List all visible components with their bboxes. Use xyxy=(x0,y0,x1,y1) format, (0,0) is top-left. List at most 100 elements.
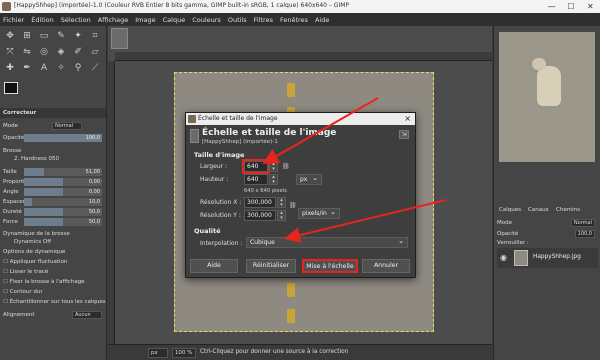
force-slider[interactable]: 50,0 xyxy=(24,218,102,226)
warp-tool-icon[interactable]: ◎ xyxy=(37,45,51,59)
height-spinner[interactable]: ▴ ▾ xyxy=(269,174,278,185)
menu-couleurs[interactable]: Couleurs xyxy=(192,16,221,24)
foreground-color[interactable] xyxy=(4,82,18,94)
alignment-select[interactable]: Aucun xyxy=(72,311,102,319)
layer-opacity-value[interactable]: 100,0 xyxy=(574,230,595,238)
move-tool-icon[interactable]: ✥ xyxy=(3,29,17,43)
resolution-y-input[interactable]: 300,000 xyxy=(244,210,276,221)
eye-icon[interactable]: ◉ xyxy=(500,253,507,262)
dialog-image-icon xyxy=(190,129,199,143)
align-tool-icon[interactable]: ⊞ xyxy=(20,29,34,43)
layer-row[interactable]: ◉ HappyShhep.jpg xyxy=(497,248,598,268)
tool-grid: ✥ ⊞ ▭ ✎ ✦ ⌗ ⤧ ⇋ ◎ ◈ ✐ ▱ ✚ ✒ A ✧ ⚲ ⟋ xyxy=(3,29,103,75)
width-input[interactable]: 640 xyxy=(242,159,270,174)
opacity-slider[interactable]: 100,0 xyxy=(24,134,102,142)
param-value: 51,00 xyxy=(85,169,100,175)
size-unit-select[interactable]: px xyxy=(296,174,322,185)
preview-subject xyxy=(537,66,561,106)
minimize-button[interactable]: — xyxy=(542,0,561,13)
picker-tool-icon[interactable]: ✧ xyxy=(54,61,68,75)
option-hard-edge[interactable]: Contour dur xyxy=(0,287,106,297)
free-select-icon[interactable]: ✎ xyxy=(54,29,68,43)
resolution-unit-select[interactable]: pixels/in xyxy=(298,208,340,219)
size-section-title: Taille d'image xyxy=(194,151,245,159)
crop-tool-icon[interactable]: ⌗ xyxy=(88,29,102,43)
text-tool-icon[interactable]: A xyxy=(37,61,51,75)
opacity-label: Opacité xyxy=(3,135,25,141)
aspect-slider[interactable]: 0,00 xyxy=(24,178,102,186)
dialog-pin-icon[interactable]: ⇲ xyxy=(399,130,409,139)
image-tab-thumbnail[interactable] xyxy=(111,28,128,49)
menu-fenetres[interactable]: Fenêtres xyxy=(280,16,308,24)
bucket-tool-icon[interactable]: ◈ xyxy=(54,45,68,59)
menu-affichage[interactable]: Affichage xyxy=(98,16,129,24)
path-tool-icon[interactable]: ✒ xyxy=(20,61,34,75)
dynamics-select[interactable]: Dynamics Off xyxy=(0,237,106,247)
maximize-button[interactable]: ☐ xyxy=(561,0,580,13)
transform-tool-icon[interactable]: ⤧ xyxy=(3,45,17,59)
reset-button[interactable]: Réinitialiser xyxy=(246,259,296,273)
flip-tool-icon[interactable]: ⇋ xyxy=(20,45,34,59)
opacity-row: Opacité 100,0 xyxy=(0,133,106,143)
scale-button[interactable]: Mise à l'échelle xyxy=(302,259,358,273)
angle-slider[interactable]: 0,00 xyxy=(24,188,102,196)
option-fluctuation[interactable]: Appliquer fluctuation xyxy=(0,257,106,267)
option-lock-brush[interactable]: Fixer la brosse à l'affichage xyxy=(0,277,106,287)
dialog-close-icon[interactable]: × xyxy=(404,113,411,125)
spacing-slider[interactable]: 10,0 xyxy=(24,198,102,206)
menu-filtres[interactable]: Filtres xyxy=(254,16,273,24)
menu-selection[interactable]: Sélection xyxy=(61,16,91,24)
menu-fichier[interactable]: Fichier xyxy=(3,16,24,24)
option-dynamics[interactable]: Options de dynamique xyxy=(0,247,106,257)
menu-image[interactable]: Image xyxy=(135,16,155,24)
width-spinner[interactable]: ▴ ▾ xyxy=(269,161,278,172)
unit-select[interactable]: px xyxy=(148,348,168,358)
resolution-y-spinner[interactable]: ▴ ▾ xyxy=(277,210,286,221)
tab-layers[interactable]: Calques xyxy=(497,206,523,215)
hardness-slider[interactable]: 50,0 xyxy=(24,208,102,216)
chain-link-icon[interactable]: ⛓ xyxy=(282,163,290,170)
help-button[interactable]: Aide xyxy=(190,259,238,273)
vertical-ruler xyxy=(108,61,115,344)
navigation-preview[interactable] xyxy=(499,32,595,162)
option-smooth[interactable]: Lisser le tracé xyxy=(0,267,106,277)
brush-tool-icon[interactable]: ✐ xyxy=(71,45,85,59)
param-row: Proportions 0,00 xyxy=(0,177,106,187)
interpolation-select[interactable]: Cubique xyxy=(246,237,408,248)
resolution-chain-icon[interactable]: ⛓ xyxy=(289,202,297,209)
param-row: Espacement 10,0 xyxy=(0,197,106,207)
dialog-window-title: Échelle et taille de l'image xyxy=(198,115,278,122)
param-value: 50,0 xyxy=(88,219,100,225)
rect-select-icon[interactable]: ▭ xyxy=(37,29,51,43)
measure-tool-icon[interactable]: ⟋ xyxy=(88,61,102,75)
resolution-y-label: Résolution Y : xyxy=(200,212,241,219)
menu-aide[interactable]: Aide xyxy=(315,16,329,24)
zoom-tool-icon[interactable]: ⚲ xyxy=(71,61,85,75)
layer-name[interactable]: HappyShhep.jpg xyxy=(533,254,581,260)
scale-image-dialog: Échelle et taille de l'image × Échelle e… xyxy=(185,112,416,278)
layer-mode-select[interactable]: Normal xyxy=(570,219,595,227)
resolution-x-input[interactable]: 300,000 xyxy=(244,197,276,208)
mode-select[interactable]: Normal xyxy=(52,122,82,130)
tab-paths[interactable]: Chemins xyxy=(554,206,582,215)
zoom-select[interactable]: 100 % xyxy=(172,348,196,358)
option-sample-merged[interactable]: Échantillonner sur tous les calques xyxy=(0,297,106,307)
layer-mode-row: Mode Normal xyxy=(497,218,598,228)
menu-edition[interactable]: Édition xyxy=(31,16,54,24)
tab-channels[interactable]: Canaux xyxy=(526,206,551,215)
window-controls: — ☐ ✕ xyxy=(542,0,600,13)
heal-tool-icon[interactable]: ✚ xyxy=(3,61,17,75)
size-slider[interactable]: 51,00 xyxy=(24,168,102,176)
brush-select[interactable]: 2. Hardness 050 xyxy=(0,154,106,164)
mode-label: Mode xyxy=(3,123,18,129)
menu-outils[interactable]: Outils xyxy=(228,16,247,24)
eraser-tool-icon[interactable]: ▱ xyxy=(88,45,102,59)
right-dock: Calques Canaux Chemins Mode Normal Opaci… xyxy=(493,26,600,360)
fuzzy-select-icon[interactable]: ✦ xyxy=(71,29,85,43)
layer-mode-label: Mode xyxy=(497,220,512,226)
cancel-button[interactable]: Annuler xyxy=(362,259,410,273)
menu-calque[interactable]: Calque xyxy=(163,16,186,24)
height-input[interactable]: 640 xyxy=(244,174,268,185)
close-button[interactable]: ✕ xyxy=(581,0,600,13)
resolution-x-spinner[interactable]: ▴ ▾ xyxy=(277,197,286,208)
